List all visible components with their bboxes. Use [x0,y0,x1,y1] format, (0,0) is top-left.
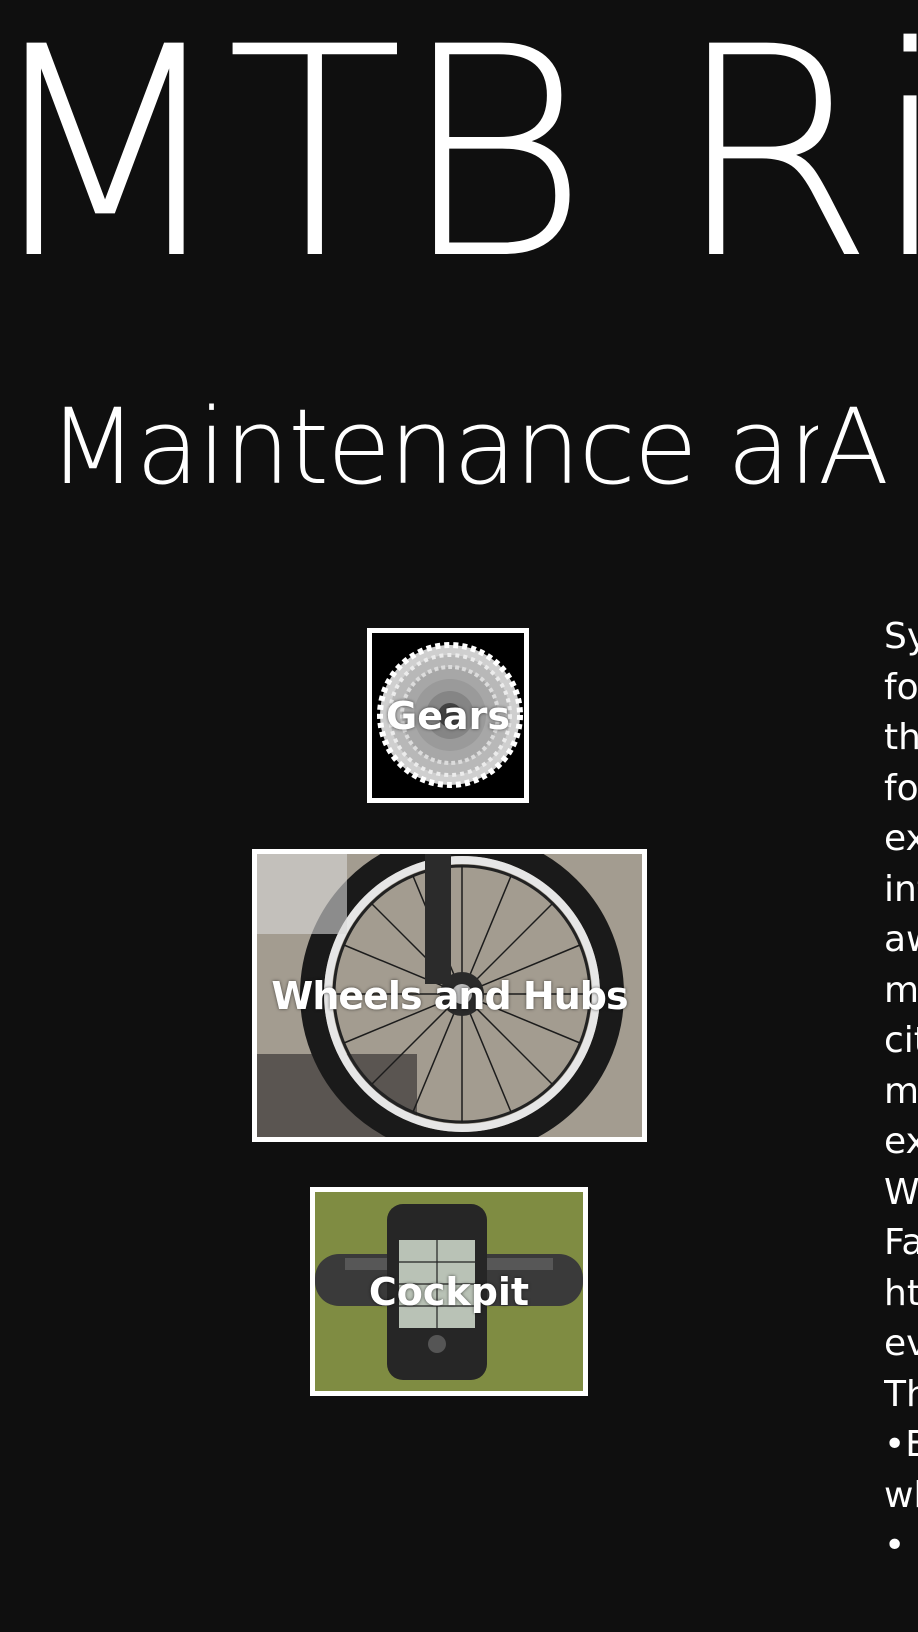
description-line: fo [884,767,918,809]
pivot-headers: Maintenance arA [48,385,889,510]
description-text: Sy fo th fo ex int aw m cit m ex W Fa ht… [884,612,918,1567]
description-line: Fa [884,1222,918,1263]
description-line: cit [884,1020,918,1061]
description-line: th [884,717,918,758]
description-line: ex [884,1121,918,1162]
description-line: ev [884,1323,918,1364]
pivot-header-next[interactable]: A [818,385,889,510]
description-line: aw [884,919,918,960]
description-line: int [884,868,918,910]
description-line: m [884,969,918,1011]
tile-cockpit[interactable]: Cockpit [310,1187,588,1396]
app-title: MTB Rid [0,0,918,323]
description-line: m [884,1070,918,1112]
tile-gears-label: Gears [386,693,510,738]
tile-gears[interactable]: Gears [367,628,529,803]
tile-wheels-and-hubs-label: Wheels and Hubs [271,973,628,1018]
tile-wheels-and-hubs[interactable]: Wheels and Hubs [252,849,647,1142]
description-line: • [884,1525,906,1566]
description-line: ex [884,818,918,859]
tile-cockpit-label: Cockpit [368,1269,530,1314]
description-line: Th [884,1373,918,1415]
description-line: ht [884,1272,918,1314]
page: MTB Rid Maintenance arA Gear [0,0,918,1632]
description-line: W [884,1171,918,1213]
pivot-header-maintenance[interactable]: Maintenance ar [48,385,818,510]
description-line: Sy [884,616,918,657]
description-line: •E [884,1424,918,1465]
description-line: wh [884,1474,918,1516]
description-line: fo [884,666,918,708]
